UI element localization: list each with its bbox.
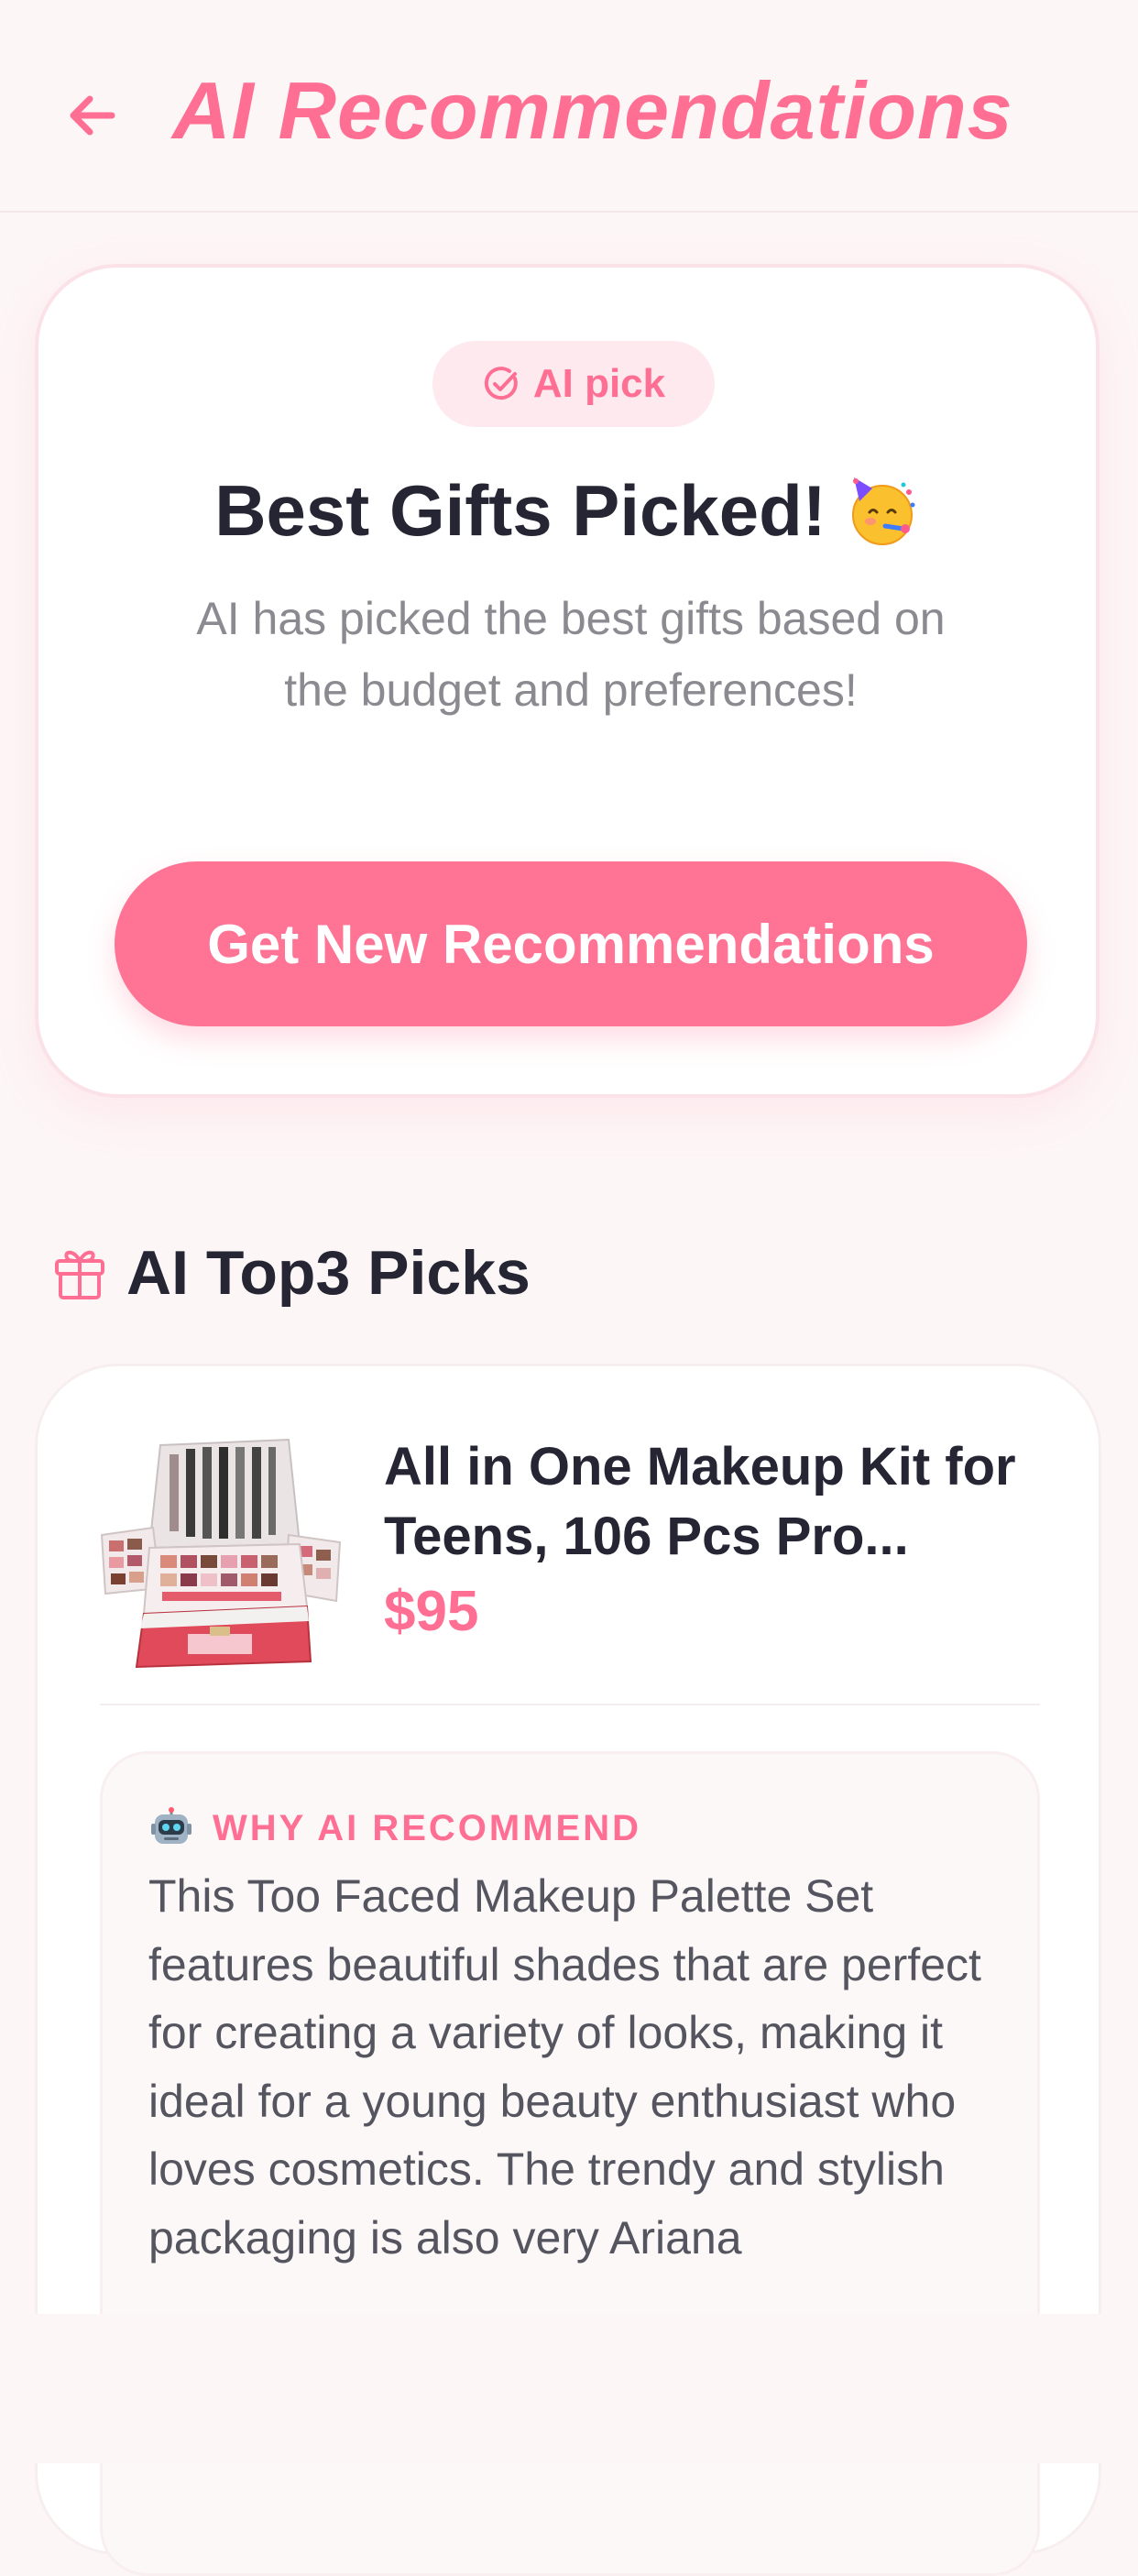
makeup-kit-image bbox=[100, 1438, 342, 1669]
check-circle-icon bbox=[484, 367, 518, 400]
section-title: AI Top3 Picks bbox=[126, 1238, 531, 1308]
why-title: WHY AI RECOMMEND bbox=[213, 1807, 641, 1848]
back-button[interactable] bbox=[55, 79, 128, 152]
app-header: AI Recommendations bbox=[0, 0, 1138, 213]
hero-card: AI pick Best Gifts Picked! AI has picked… bbox=[35, 264, 1100, 1098]
robot-icon bbox=[151, 1807, 191, 1844]
divider bbox=[100, 1704, 1040, 1705]
bottom-safe-area bbox=[0, 2314, 1138, 2463]
arrow-left-icon bbox=[70, 95, 115, 136]
gift-icon bbox=[55, 1250, 104, 1299]
product-name: All in One Makeup Kit for Teens, 106 Pcs… bbox=[384, 1437, 1016, 1566]
product-price: $95 bbox=[384, 1580, 479, 1643]
why-header: WHY AI RECOMMEND bbox=[150, 1807, 641, 1849]
get-new-recommendations-button[interactable]: Get New Recommendations bbox=[115, 861, 1027, 1026]
ai-pick-label: AI pick bbox=[532, 361, 666, 406]
ai-pick-badge: AI pick bbox=[432, 341, 715, 427]
cta-label: Get New Recommendations bbox=[207, 913, 935, 975]
page-title: AI Recommendations bbox=[172, 65, 1013, 156]
top-picks-heading: AI Top3 Picks bbox=[53, 1237, 531, 1309]
hero-title-row: Best Gifts Picked! bbox=[38, 469, 1096, 553]
party-face-emoji bbox=[851, 477, 915, 545]
hero-title: Best Gifts Picked! bbox=[214, 470, 826, 551]
why-text: This Too Faced Makeup Palette Set featur… bbox=[148, 1870, 981, 2264]
hero-description: AI has picked the best gifts based on th… bbox=[196, 593, 946, 716]
